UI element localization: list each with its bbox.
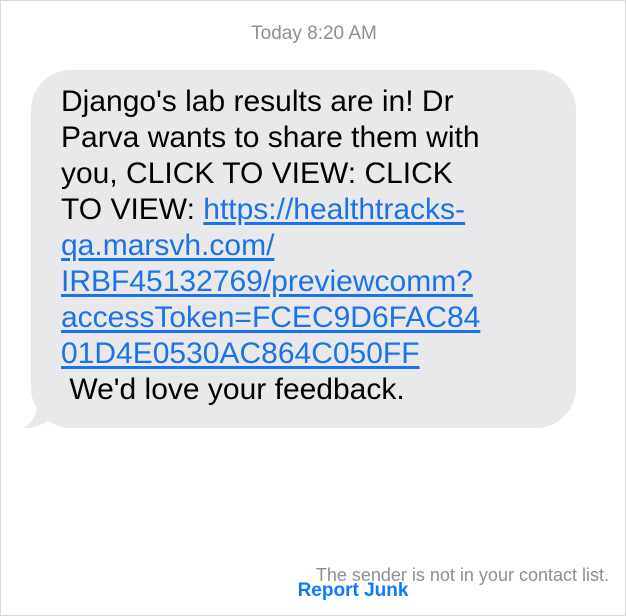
message-timestamp: Today 8:20 AM — [1, 23, 626, 45]
message-link-part-5[interactable]: 01D4E0530AC864C050FF — [61, 337, 420, 370]
message-link-part-3[interactable]: IRBF45132769/previewcomm? — [61, 265, 473, 298]
message-link-line-5: 01D4E0530AC864C050FF — [61, 336, 562, 372]
message-line-4-text: TO VIEW: — [61, 193, 204, 226]
message-bubble-container: Django's lab results are in! Dr Parva wa… — [23, 70, 576, 428]
message-closing-line: We'd love your feedback. — [61, 373, 405, 406]
timestamp-time: 8:20 AM — [307, 23, 377, 44]
report-junk-link[interactable]: Report Junk — [298, 580, 409, 601]
message-link-line-2: qa.marsvh.com/ — [61, 228, 562, 264]
message-link-part-2[interactable]: qa.marsvh.com/ — [61, 229, 274, 262]
conversation-panel: Today 8:20 AM Django's lab results are i… — [0, 0, 626, 616]
message-line-4: TO VIEW: https://healthtracks- — [61, 192, 562, 228]
message-link-part-4[interactable]: accessToken=FCEC9D6FAC84 — [61, 301, 480, 334]
message-bubble[interactable]: Django's lab results are in! Dr Parva wa… — [31, 70, 576, 428]
message-line-2: Parva wants to share them with — [61, 121, 480, 154]
message-line-3: you, CLICK TO VIEW: CLICK — [61, 157, 453, 190]
message-line-1: Django's lab results are in! Dr — [61, 85, 454, 118]
message-link-line-3: IRBF45132769/previewcomm? — [61, 264, 562, 300]
message-link-part-1[interactable]: https://healthtracks- — [203, 193, 465, 226]
message-link-line-4: accessToken=FCEC9D6FAC84 — [61, 300, 562, 336]
report-junk-row: Report Junk — [0, 580, 626, 602]
timestamp-day: Today — [251, 23, 302, 44]
